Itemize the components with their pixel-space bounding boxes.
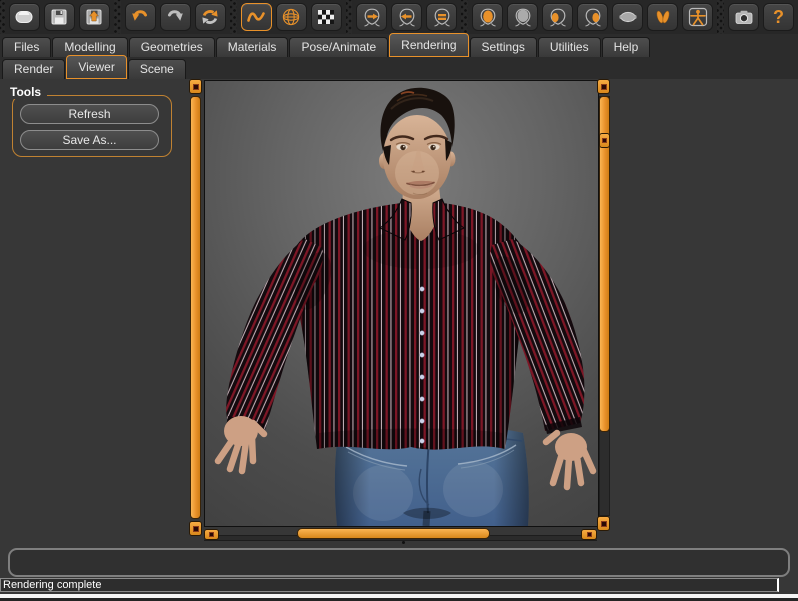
- redo-icon: [164, 6, 186, 28]
- rotate-left-icon: [396, 6, 418, 28]
- tools-groupbox-title: Tools: [10, 85, 47, 99]
- back-view-icon: [512, 6, 534, 28]
- horizontal-scrollbar-thumb[interactable]: [297, 528, 490, 539]
- smooth-button[interactable]: [241, 3, 272, 31]
- vertical-scrollbar-left[interactable]: [190, 96, 201, 519]
- render-viewport[interactable]: [204, 80, 599, 527]
- rotate-left-button[interactable]: [391, 3, 422, 31]
- tab-materials[interactable]: Materials: [216, 37, 289, 57]
- tab-render[interactable]: Render: [2, 59, 65, 79]
- render-image: [205, 81, 598, 526]
- undo-group: [121, 0, 230, 34]
- frame-corner-top-left[interactable]: [189, 79, 202, 94]
- left-view-button[interactable]: [542, 3, 573, 31]
- background-checker-button[interactable]: [311, 3, 342, 31]
- top-view-button[interactable]: [612, 3, 643, 31]
- render-progress-bar: [8, 548, 790, 577]
- grab-canvas-button[interactable]: [728, 3, 759, 31]
- horizontal-scrollbar-left-handle[interactable]: [204, 529, 219, 540]
- reset-view-button[interactable]: [426, 3, 457, 31]
- save-as-button[interactable]: Save As...: [20, 130, 159, 150]
- right-view-icon: [582, 6, 604, 28]
- status-bar: Rendering complete: [0, 578, 779, 592]
- frame-center-marker: [402, 541, 405, 544]
- file-group: [5, 0, 114, 34]
- status-text: Rendering complete: [3, 579, 101, 591]
- undo-button[interactable]: [125, 3, 156, 31]
- grab-canvas-icon: [733, 6, 755, 28]
- misc-group: ?: [724, 0, 798, 34]
- front-view-button[interactable]: [472, 3, 503, 31]
- application-window: ? Files Modelling Geometries Materials P…: [0, 0, 798, 601]
- main-tab-bar: Files Modelling Geometries Materials Pos…: [0, 34, 798, 57]
- tab-pose-animate[interactable]: Pose/Animate: [289, 37, 388, 57]
- feet-view-button[interactable]: [647, 3, 678, 31]
- wireframe-icon: [280, 6, 302, 28]
- save-icon: [48, 6, 70, 28]
- reload-icon: [199, 6, 221, 28]
- view-group: [468, 0, 717, 34]
- rotate-right-icon: [361, 6, 383, 28]
- tab-rendering[interactable]: Rendering: [389, 33, 468, 57]
- front-view-icon: [477, 6, 499, 28]
- display-group: [237, 0, 346, 34]
- horizontal-scrollbar-right-handle[interactable]: [581, 529, 597, 540]
- load-button[interactable]: [79, 3, 110, 31]
- new-button[interactable]: [9, 3, 40, 31]
- tab-utilities[interactable]: Utilities: [538, 37, 601, 57]
- frame-corner-top-right[interactable]: [597, 79, 610, 94]
- new-icon: [13, 6, 35, 28]
- right-view-button[interactable]: [577, 3, 608, 31]
- redo-button[interactable]: [160, 3, 191, 31]
- tab-modelling[interactable]: Modelling: [52, 37, 127, 57]
- undo-icon: [129, 6, 151, 28]
- smooth-icon: [245, 6, 267, 28]
- tab-scene[interactable]: Scene: [128, 59, 186, 79]
- global-view-button[interactable]: [682, 3, 713, 31]
- sub-tab-bar: Render Viewer Scene: [0, 57, 798, 79]
- help-button[interactable]: ?: [763, 3, 794, 31]
- shirt-torso: [289, 203, 529, 450]
- back-view-button[interactable]: [507, 3, 538, 31]
- load-icon: [83, 6, 105, 28]
- vertical-scrollbar-right-handle[interactable]: [599, 133, 610, 148]
- reload-button[interactable]: [195, 3, 226, 31]
- frame-corner-bottom-left[interactable]: [189, 521, 202, 536]
- feet-view-icon: [652, 6, 674, 28]
- wireframe-button[interactable]: [276, 3, 307, 31]
- rotate-group: [352, 0, 461, 34]
- reset-view-icon: [431, 6, 453, 28]
- tab-geometries[interactable]: Geometries: [129, 37, 215, 57]
- tab-viewer[interactable]: Viewer: [66, 55, 126, 79]
- tab-help[interactable]: Help: [602, 37, 651, 57]
- background-checker-icon: [315, 6, 337, 28]
- top-view-icon: [617, 6, 639, 28]
- global-view-icon: [687, 6, 709, 28]
- rotate-right-button[interactable]: [356, 3, 387, 31]
- tab-files[interactable]: Files: [2, 37, 51, 57]
- left-view-icon: [547, 6, 569, 28]
- refresh-button[interactable]: Refresh: [20, 104, 159, 124]
- main-toolbar: ?: [0, 0, 798, 34]
- tab-settings[interactable]: Settings: [470, 37, 537, 57]
- save-button[interactable]: [44, 3, 75, 31]
- help-icon: ?: [773, 8, 784, 26]
- frame-corner-bottom-right[interactable]: [597, 516, 610, 531]
